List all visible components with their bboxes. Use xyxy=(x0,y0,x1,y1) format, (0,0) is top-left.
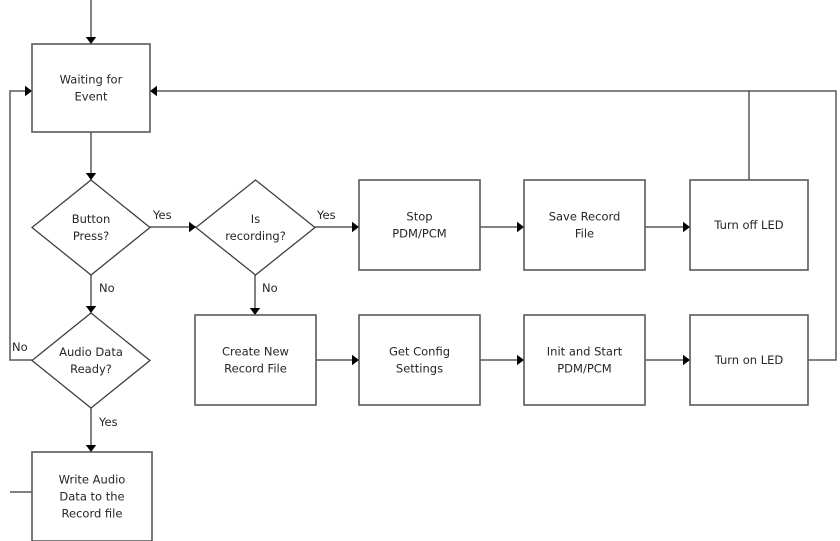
node-label-line: Turn on LED xyxy=(714,353,784,367)
decision-shape xyxy=(30,312,152,409)
arrowhead-icon xyxy=(352,221,359,233)
arrowhead-icon xyxy=(85,445,97,452)
process-shape xyxy=(523,179,646,271)
node-label-line: Audio Data xyxy=(59,345,123,359)
node-label-line: Event xyxy=(75,89,108,103)
node-label-line: Ready? xyxy=(70,362,112,376)
arrowhead-icon xyxy=(517,221,524,233)
node-label-line: Write Audio xyxy=(59,472,126,486)
node-is-recording[interactable]: Is recording? xyxy=(194,179,317,276)
edge-stop-to-save xyxy=(480,221,524,233)
edge-button-press-no-to-audio-data-ready: No xyxy=(85,275,115,313)
edge-entry-to-waiting xyxy=(85,0,97,44)
edge-label: No xyxy=(262,281,278,295)
edge-create-to-get-config xyxy=(316,354,359,366)
node-label-line: PDM/PCM xyxy=(392,226,446,240)
arrowhead-icon xyxy=(249,308,261,315)
node-label-line: recording? xyxy=(225,229,286,243)
edge-label: Yes xyxy=(152,208,172,222)
node-label: Write Audio Data to the Record file xyxy=(59,472,126,520)
edge-button-press-yes-to-is-recording: Yes xyxy=(150,208,196,233)
edge-get-config-to-init xyxy=(480,354,524,366)
node-create-new-record-file[interactable]: Create New Record File xyxy=(194,314,317,406)
edge-path xyxy=(150,90,750,180)
node-label-line: Press? xyxy=(73,229,109,243)
decision-shape xyxy=(194,179,317,276)
node-label-line: Create New xyxy=(222,344,289,358)
edge-label: No xyxy=(12,340,28,354)
edge-turn-off-led-loop-to-waiting xyxy=(150,85,750,180)
arrowhead-icon xyxy=(85,37,97,44)
arrowhead-icon xyxy=(517,354,524,366)
edge-init-to-turn-on-led xyxy=(645,354,690,366)
process-shape xyxy=(358,179,481,271)
node-label-line: Get Config xyxy=(389,344,450,358)
edge-save-to-turn-off-led xyxy=(645,221,690,233)
node-get-config-settings[interactable]: Get Config Settings xyxy=(358,314,481,406)
node-label-line: Button xyxy=(72,212,111,226)
node-label-line: Data to the xyxy=(59,489,124,503)
edge-label: Yes xyxy=(98,415,118,429)
arrowhead-icon xyxy=(683,221,690,233)
node-label-line: File xyxy=(575,226,594,240)
arrowhead-icon xyxy=(150,85,157,97)
arrowhead-icon xyxy=(352,354,359,366)
node-label-line: Is xyxy=(251,212,260,226)
node-button-press[interactable]: Button Press? xyxy=(30,179,152,276)
node-init-and-start-pdm-pcm[interactable]: Init and Start PDM/PCM xyxy=(523,314,646,406)
node-label: Turn off LED xyxy=(713,218,783,232)
arrowhead-icon xyxy=(189,221,196,233)
process-shape xyxy=(31,43,151,133)
node-audio-data-ready[interactable]: Audio Data Ready? xyxy=(30,312,152,409)
node-label-line: Record file xyxy=(62,506,123,520)
flowchart-canvas: Audio Recorder Event Loop Flowchart YesN… xyxy=(0,0,840,541)
node-label-line: Record File xyxy=(224,361,287,375)
node-label-line: Turn off LED xyxy=(713,218,783,232)
edge-label: Yes xyxy=(316,208,336,222)
arrowhead-icon xyxy=(85,306,97,313)
node-label-line: Waiting for xyxy=(60,72,123,86)
edge-is-recording-yes-to-stop: Yes xyxy=(315,208,359,233)
process-shape xyxy=(523,314,646,406)
node-label-line: Save Record xyxy=(549,209,621,223)
decision-shape xyxy=(30,179,152,276)
node-label: Turn on LED xyxy=(714,353,784,367)
node-label-line: Settings xyxy=(396,361,443,375)
process-shape xyxy=(194,314,317,406)
node-write-audio-data[interactable]: Write Audio Data to the Record file xyxy=(31,451,153,541)
node-label-line: Stop xyxy=(406,209,432,223)
edge-audio-data-ready-yes-to-write: Yes xyxy=(85,408,118,452)
node-turn-off-led[interactable]: Turn off LED xyxy=(689,179,809,271)
nodes-layer: Waiting for Event Button Press? Audio Data Re… xyxy=(30,43,809,541)
edge-path xyxy=(9,90,32,361)
edge-is-recording-no-to-create: No xyxy=(249,275,278,315)
node-label-line: PDM/PCM xyxy=(557,361,611,375)
node-stop-pdm-pcm[interactable]: Stop PDM/PCM xyxy=(358,179,481,271)
arrowhead-icon xyxy=(85,173,97,180)
node-turn-on-led[interactable]: Turn on LED xyxy=(689,314,809,406)
edge-label: No xyxy=(99,281,115,295)
node-save-record-file[interactable]: Save Record File xyxy=(523,179,646,271)
process-shape xyxy=(358,314,481,406)
arrowhead-icon xyxy=(25,85,32,97)
node-waiting-for-event[interactable]: Waiting for Event xyxy=(31,43,151,133)
node-label-line: Init and Start xyxy=(547,344,623,358)
arrowhead-icon xyxy=(683,354,690,366)
flowchart-svg: Audio Recorder Event Loop Flowchart YesN… xyxy=(9,0,837,541)
edge-waiting-to-button-press xyxy=(85,132,97,180)
edge-audio-data-ready-no-loop: No xyxy=(9,85,32,361)
